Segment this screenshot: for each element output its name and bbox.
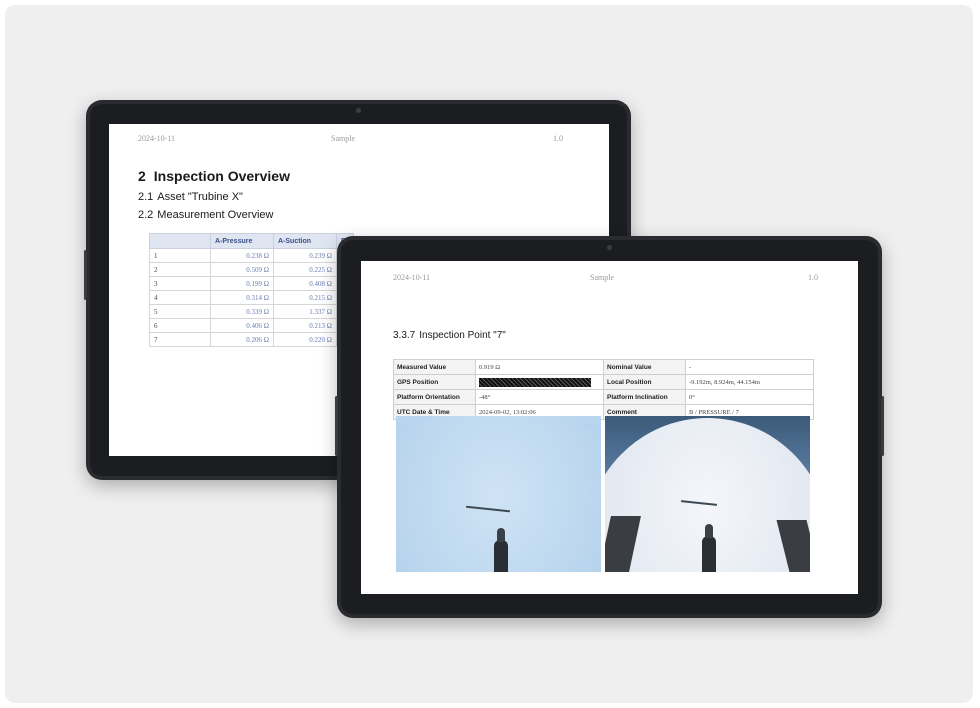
cell-a-suction: 0.215 Ω bbox=[273, 290, 337, 305]
label-platform-inclination: Platform Inclination bbox=[603, 389, 686, 405]
table-row: 7 0.206 Ω 0.220 Ω bbox=[149, 332, 354, 347]
table-header-row: A-Pressure A-Suction B bbox=[149, 233, 354, 249]
cell-a-pressure: 0.314 Ω bbox=[210, 290, 274, 305]
label-platform-orientation: Platform Orientation bbox=[393, 389, 476, 405]
cell-a-pressure: 0.206 Ω bbox=[210, 332, 274, 347]
table-row: 6 0.406 Ω 0.213 Ω bbox=[149, 318, 354, 333]
redacted-block bbox=[479, 377, 591, 387]
inspection-info-table: Measured Value 0.919 Ω Nominal Value - G… bbox=[393, 359, 814, 420]
header-date: 2024-10-11 bbox=[138, 134, 176, 143]
tablet-front: 2024-10-11 Sample 1.0 3.3.7 Inspection Po… bbox=[335, 236, 884, 618]
side-button bbox=[84, 250, 87, 300]
column-header bbox=[149, 233, 211, 249]
cell-a-suction: 0.225 Ω bbox=[273, 262, 337, 277]
camera-icon bbox=[356, 108, 361, 113]
subsection-asset: 2.1 Asset "Trubine X" bbox=[138, 191, 243, 203]
label-measured-value: Measured Value bbox=[393, 359, 476, 375]
table-row: 4 0.314 Ω 0.215 Ω bbox=[149, 290, 354, 305]
value-nominal-value: - bbox=[685, 359, 814, 375]
measurement-table: A-Pressure A-Suction B 1 0.238 Ω 0.239 Ω… bbox=[149, 233, 354, 347]
sensor-probe bbox=[702, 524, 716, 572]
inspection-photo-right bbox=[605, 416, 810, 572]
table-row: Measured Value 0.919 Ω Nominal Value - bbox=[393, 359, 814, 375]
cell-a-pressure: 0.199 Ω bbox=[210, 276, 274, 291]
column-header-a-pressure: A-Pressure bbox=[210, 233, 274, 249]
header-page: 1.0 bbox=[553, 134, 563, 143]
cell-a-suction: 1.337 Ω bbox=[273, 304, 337, 319]
cell-a-pressure: 0.509 Ω bbox=[210, 262, 274, 277]
value-platform-inclination: 0° bbox=[685, 389, 814, 405]
value-gps-position bbox=[475, 374, 604, 390]
table-row: 2 0.509 Ω 0.225 Ω bbox=[149, 262, 354, 277]
header-date: 2024-10-11 bbox=[393, 273, 431, 282]
side-button bbox=[881, 396, 884, 456]
camera-icon bbox=[607, 245, 612, 250]
inspection-point-title: 3.3.7 Inspection Point "7" bbox=[393, 330, 506, 341]
header-title: Sample bbox=[590, 273, 614, 282]
table-row: 5 0.339 Ω 1.337 Ω bbox=[149, 304, 354, 319]
table-row: 3 0.199 Ω 0.408 Ω bbox=[149, 276, 354, 291]
inspection-photo-left bbox=[396, 416, 601, 572]
table-row: Platform Orientation -48° Platform Incli… bbox=[393, 389, 814, 405]
label-local-position: Local Position bbox=[603, 374, 686, 390]
label-gps-position: GPS Position bbox=[393, 374, 476, 390]
row-index: 2 bbox=[149, 262, 211, 277]
value-platform-orientation: -48° bbox=[475, 389, 604, 405]
value-measured-value: 0.919 Ω bbox=[475, 359, 604, 375]
table-row: 1 0.238 Ω 0.239 Ω bbox=[149, 248, 354, 263]
front-document-page: 2024-10-11 Sample 1.0 3.3.7 Inspection Po… bbox=[361, 261, 858, 594]
cell-a-pressure: 0.339 Ω bbox=[210, 304, 274, 319]
cell-a-suction: 0.220 Ω bbox=[273, 332, 337, 347]
row-index: 4 bbox=[149, 290, 211, 305]
row-index: 6 bbox=[149, 318, 211, 333]
cell-a-suction: 0.239 Ω bbox=[273, 248, 337, 263]
column-header-a-suction: A-Suction bbox=[273, 233, 337, 249]
row-index: 1 bbox=[149, 248, 211, 263]
cell-a-suction: 0.213 Ω bbox=[273, 318, 337, 333]
section-title: 2 Inspection Overview bbox=[138, 168, 290, 184]
sensor-probe bbox=[494, 528, 508, 572]
side-button bbox=[335, 396, 338, 456]
row-index: 5 bbox=[149, 304, 211, 319]
cell-a-pressure: 0.406 Ω bbox=[210, 318, 274, 333]
label-nominal-value: Nominal Value bbox=[603, 359, 686, 375]
row-index: 3 bbox=[149, 276, 211, 291]
value-local-position: -9.192m, 8.924m, 44.154m bbox=[685, 374, 814, 390]
cell-a-pressure: 0.238 Ω bbox=[210, 248, 274, 263]
header-title: Sample bbox=[331, 134, 355, 143]
row-index: 7 bbox=[149, 332, 211, 347]
table-row: GPS Position Local Position -9.192m, 8.9… bbox=[393, 374, 814, 390]
cell-a-suction: 0.408 Ω bbox=[273, 276, 337, 291]
subsection-measurement: 2.2 Measurement Overview bbox=[138, 209, 274, 221]
header-page: 1.0 bbox=[808, 273, 818, 282]
